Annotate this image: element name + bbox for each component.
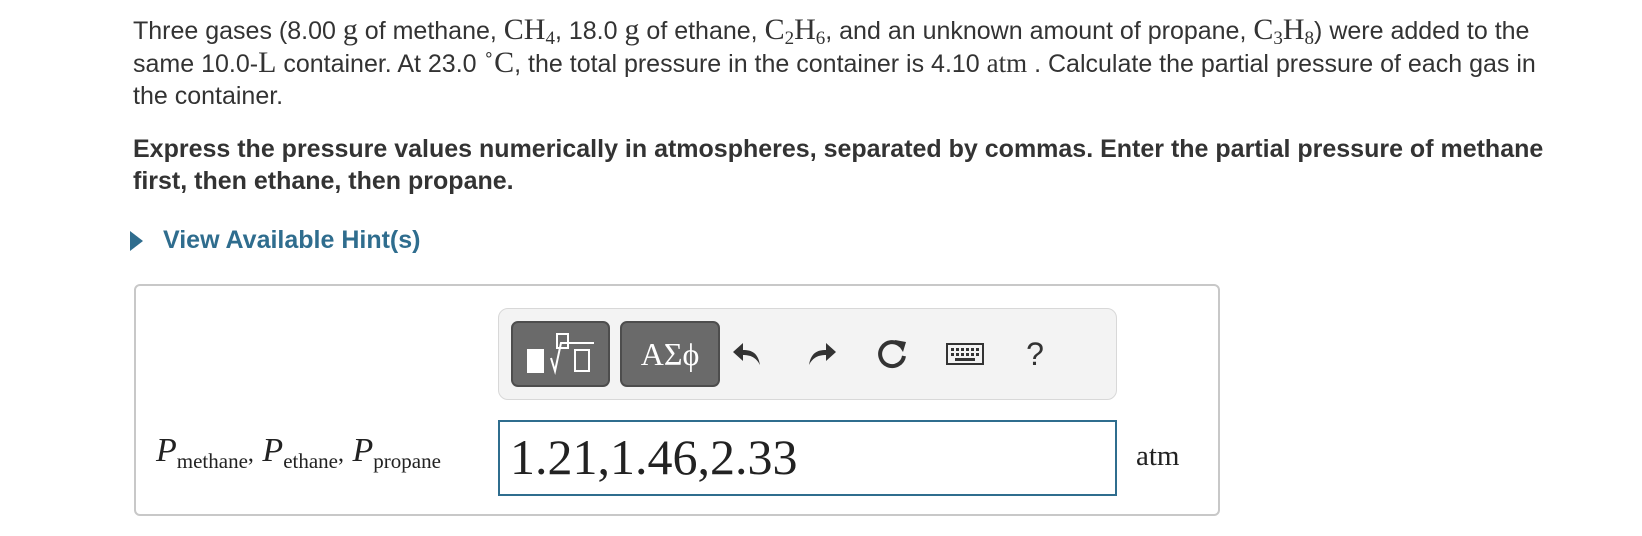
expand-triangle-icon [130,230,143,251]
unit-label: atm [1136,440,1180,472]
greek-symbols-button[interactable]: ΑΣϕ [620,321,720,387]
view-hints-label: View Available Hint(s) [163,226,421,254]
keyboard-icon [946,343,984,365]
keyboard-button[interactable] [942,331,988,377]
redo-icon [809,343,836,365]
undo-icon [733,343,760,365]
math-toolbar: ΑΣϕ ? [498,308,1117,400]
help-button[interactable]: ? [1012,331,1058,377]
undo-button[interactable] [724,331,770,377]
answer-label: Pmethane, Pethane, Ppropane [156,432,441,473]
help-icon: ? [1026,335,1044,372]
redo-button[interactable] [799,331,845,377]
answer-panel: ΑΣϕ ? Pmethane, Pethane, Ppropane 1.21,1… [134,284,1220,516]
view-hints-link[interactable]: View Available Hint(s) [130,226,420,255]
templates-icon [526,333,594,375]
reset-icon [878,340,906,369]
problem-statement: Three gases (8.00 g of methane, CH4, 18.… [133,13,1536,111]
templates-button[interactable] [511,321,610,387]
answer-input[interactable]: 1.21,1.46,2.33 [498,420,1117,496]
answer-instruction: Express the pressure values numerically … [133,135,1544,195]
reset-button[interactable] [869,331,915,377]
